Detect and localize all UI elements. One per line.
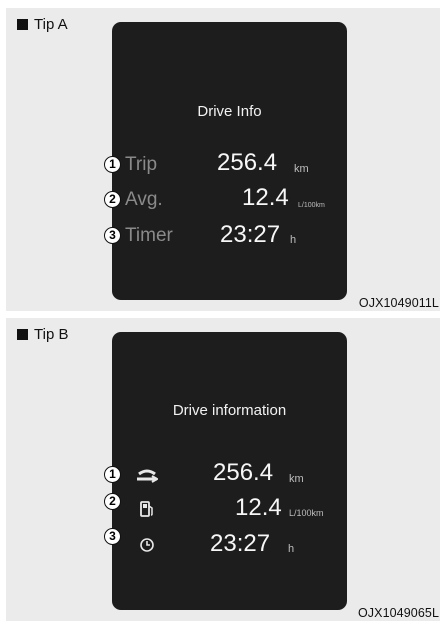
callout-2: 2: [104, 493, 121, 510]
tip-a-panel: Tip A Drive Info 1 Trip 256.4 km 2 Avg. …: [6, 8, 440, 311]
cluster-screen-b: Drive information 1 256.4 km 2 12.4 L/10…: [104, 332, 347, 610]
figure-code: OJX1049065L: [357, 606, 439, 620]
avg-row: 2 Avg. 12.4 L/100km: [104, 184, 347, 214]
timer-label: Timer: [125, 225, 173, 246]
trip-row: 1 Trip 256.4 km: [104, 149, 347, 179]
callout-2: 2: [104, 191, 121, 208]
square-bullet-icon: [17, 19, 28, 30]
square-bullet-icon: [17, 329, 28, 340]
timer-unit: h: [290, 234, 297, 246]
avg-label: Avg.: [125, 189, 163, 210]
fuel-pump-icon: [139, 500, 155, 523]
avg-value: 12.4: [242, 184, 289, 211]
time-unit: h: [288, 543, 295, 555]
clock-icon: [139, 537, 155, 558]
road-icon: [136, 467, 159, 490]
figure-code: OJX1049011L: [358, 296, 439, 310]
timer-value: 23:27: [220, 221, 281, 248]
callout-1: 1: [104, 156, 121, 173]
timer-row: 3 Timer 23:27 h: [104, 221, 347, 250]
fuel-value: 12.4: [235, 494, 282, 521]
callout-3: 3: [104, 227, 121, 244]
fuel-unit: L/100km: [289, 508, 324, 518]
tip-a-heading: Tip A: [17, 16, 68, 33]
callout-3: 3: [104, 528, 121, 545]
cluster-screen-a: Drive Info 1 Trip 256.4 km 2 Avg. 12.4 L…: [104, 22, 347, 300]
distance-value: 256.4: [213, 459, 274, 486]
callout-1: 1: [104, 466, 121, 483]
time-value: 23:27: [210, 530, 271, 557]
avg-unit: L/100km: [298, 202, 325, 209]
tip-a-label: Tip A: [34, 16, 68, 33]
tip-b-panel: Tip B Drive information 1 256.4 km 2 12.…: [6, 318, 440, 621]
tip-b-heading: Tip B: [17, 326, 68, 343]
distance-unit: km: [289, 473, 304, 485]
trip-unit: km: [294, 163, 309, 175]
trip-label: Trip: [125, 154, 158, 175]
fuel-row: 2 12.4 L/100km: [104, 493, 347, 524]
time-row: 3 23:27 h: [104, 528, 347, 559]
screen-title: Drive information: [172, 402, 287, 419]
trip-value: 256.4: [217, 149, 278, 176]
distance-row: 1 256.4 km: [104, 459, 347, 490]
tip-b-label: Tip B: [34, 326, 69, 343]
screen-title: Drive Info: [197, 103, 262, 120]
